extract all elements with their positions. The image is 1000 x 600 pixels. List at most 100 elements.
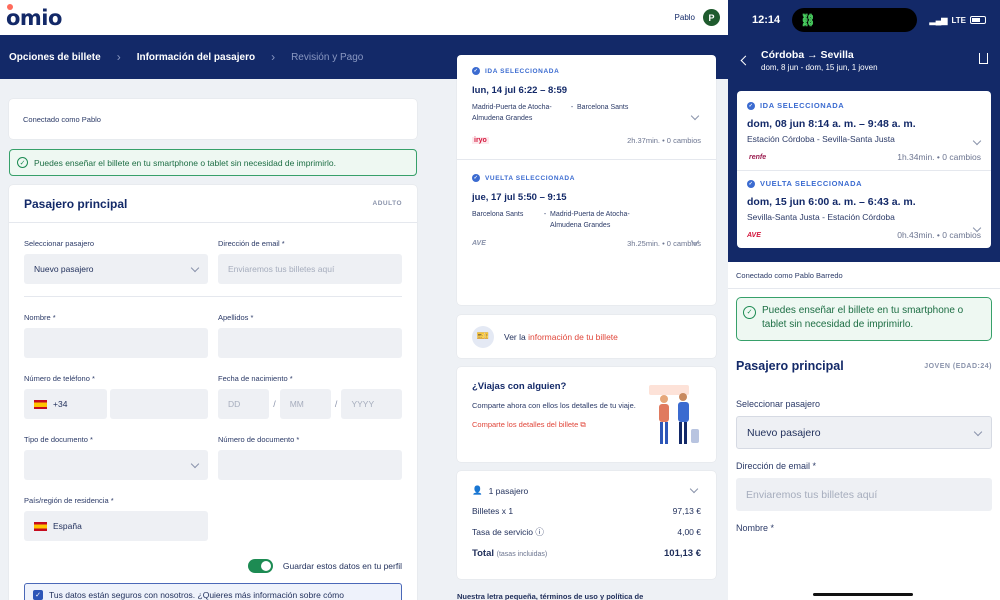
- country-label: País/región de residencia *: [24, 496, 114, 505]
- select-passenger-dropdown[interactable]: Nuevo pasajero: [24, 254, 208, 284]
- passenger-form: Pasajero principal ADULTO Seleccionar pa…: [9, 185, 417, 600]
- mobile-name-label: Nombre *: [736, 523, 775, 533]
- save-profile-toggle[interactable]: [247, 559, 273, 573]
- surname-field[interactable]: [218, 328, 402, 358]
- check-circle-icon: ✓: [743, 306, 756, 319]
- top-bar: omio Pablo P: [0, 0, 728, 35]
- chevron-down-icon[interactable]: [689, 484, 699, 493]
- ticket-info-card[interactable]: 🎫 Ver la información de tu billete: [457, 315, 716, 358]
- mobile-form-title: Pasajero principal: [736, 359, 844, 373]
- fine-print-text: Nuestra letra pequeña, términos de uso y…: [457, 592, 644, 600]
- privacy-notice: ✓ Tus datos están seguros con nosotros. …: [24, 583, 402, 600]
- doc-type-dropdown[interactable]: [24, 450, 208, 480]
- doc-number-label: Número de documento *: [218, 435, 300, 444]
- dob-month-field[interactable]: MM: [279, 389, 331, 419]
- mobile-email-label: Dirección de email *: [736, 461, 817, 471]
- form-title: Pasajero principal: [24, 196, 128, 211]
- mobile-ticket-notice: ✓ Puedes enseñar el billete en tu smartp…: [9, 149, 417, 176]
- user-menu[interactable]: Pablo P: [675, 9, 720, 26]
- ticket-icon: 🎫: [472, 325, 494, 348]
- trip-card-container: ✓ IDA SELECCIONADA dom, 08 jun 8:14 a. m.…: [728, 81, 1000, 262]
- ticket-info-link[interactable]: información de tu billete: [528, 332, 618, 342]
- omio-logo[interactable]: omio: [6, 3, 62, 30]
- doc-type-label: Tipo de documento *: [24, 435, 93, 444]
- check-circle-icon: ✓: [747, 101, 755, 110]
- mobile-outbound-datetime: dom, 08 jun 8:14 a. m. – 9:48 a. m.: [747, 118, 916, 130]
- logged-in-card: Conectado como Pablo: [9, 99, 417, 139]
- check-circle-icon: ✓: [747, 179, 755, 188]
- passengers-row[interactable]: 👤 1 pasajero: [472, 484, 701, 496]
- name-field[interactable]: [24, 328, 208, 358]
- check-circle-icon: ✓: [472, 174, 480, 182]
- price-row: Billetes x 1 97,13 €: [472, 506, 701, 516]
- info-checkbox-icon: ✓: [33, 590, 43, 600]
- outbound-datetime: lun, 14 jul 6:22 – 8:59: [472, 85, 568, 96]
- spain-flag-icon: [34, 399, 47, 409]
- phone-prefix-select[interactable]: +34: [24, 389, 107, 419]
- return-stations: Barcelona Sants - Madrid-Puerta de Atocha-…: [472, 211, 630, 229]
- mobile-select-passenger-dropdown[interactable]: Nuevo pasajero: [736, 416, 992, 449]
- chevron-right-icon: ›: [271, 50, 276, 64]
- spain-flag-icon: [34, 521, 47, 531]
- mobile-logged-in: Conectado como Pablo Barredo: [728, 262, 1000, 289]
- step-passenger-info: Información del pasajero: [136, 51, 256, 63]
- outbound-duration: 2h.37min. • 0 cambios: [627, 136, 701, 145]
- outbound-stations: Madrid-Puerta de Atocha-Almudena Grandes…: [472, 104, 629, 122]
- info-icon[interactable]: ⓘ: [535, 527, 544, 537]
- battery-icon: [969, 16, 986, 24]
- chevron-right-icon: ›: [116, 50, 121, 64]
- name-label: Nombre *: [24, 313, 56, 322]
- country-dropdown[interactable]: España: [24, 511, 208, 541]
- price-summary-card: 👤 1 pasajero Billetes x 1 97,13 € Tasa de …: [457, 471, 716, 579]
- email-label: Dirección de email *: [218, 239, 285, 248]
- check-circle-icon: ✓: [472, 67, 480, 75]
- iryo-logo: iryo: [472, 137, 489, 144]
- link-icon: ⛓: [800, 13, 816, 27]
- travelers-illustration-icon: [649, 385, 699, 444]
- doc-number-field[interactable]: [218, 450, 402, 480]
- back-arrow-icon[interactable]: [740, 55, 751, 66]
- step-ticket-options[interactable]: Opciones de billete: [9, 52, 101, 63]
- ave-logo: AVE: [472, 240, 486, 247]
- dob-day-field[interactable]: DD: [218, 389, 270, 419]
- renfe-logo: renfe: [749, 153, 767, 161]
- phone-number-field[interactable]: [110, 389, 208, 419]
- step-review-payment: Revisión y Pago: [291, 51, 364, 63]
- chevron-down-icon: [973, 427, 983, 437]
- passenger-column: Conectado como Pablo ✓ Puedes enseñar el…: [9, 99, 417, 600]
- dynamic-island: ⛓: [792, 8, 918, 32]
- dob-label: Fecha de nacimiento *: [218, 374, 293, 383]
- return-label: ✓ VUELTA SELECCIONADA: [472, 174, 576, 182]
- mobile-select-label: Seleccionar pasajero: [736, 399, 821, 409]
- dob-year-field[interactable]: YYYY: [341, 389, 402, 419]
- mobile-ticket-notice: ✓ Puedes enseñar el billete en tu smartp…: [736, 297, 992, 341]
- ave-logo: AVE: [747, 231, 761, 239]
- email-field[interactable]: Enviaremos tus billetes aquí: [218, 254, 402, 284]
- mobile-outbound-label: ✓ IDA SELECCIONADA: [747, 101, 845, 110]
- mobile-outbound-duration: 1h.34min. • 0 cambios: [897, 152, 981, 162]
- privacy-text: Tus datos están seguros con nosotros. ¿Q…: [49, 590, 344, 600]
- mobile-email-field[interactable]: Enviaremos tus billetes aquí: [736, 478, 992, 511]
- signal-icon: ▂▄▆: [929, 15, 948, 25]
- avatar[interactable]: P: [703, 9, 720, 26]
- mobile-app-screen: 12:14 ⛓ ▂▄▆ LTE Córdoba → Sevilla dom, 8 …: [728, 0, 1000, 600]
- share-trip-card: ¿Viajas con alguien? Comparte ahora con …: [457, 367, 716, 462]
- phone-label: Número de teléfono *: [24, 374, 95, 383]
- clock: 12:14: [752, 14, 781, 26]
- select-passenger-label: Seleccionar pasajero: [24, 239, 95, 248]
- user-icon: 👤: [472, 485, 483, 495]
- home-indicator[interactable]: [813, 593, 913, 596]
- chevron-down-icon: [190, 263, 200, 273]
- trip-summary-card: ✓ IDA SELECCIONADA lun, 14 jul 6:22 – 8:5…: [457, 55, 716, 305]
- total-row: Total (tasas incluidas) 101,13 €: [472, 548, 701, 559]
- mobile-passenger-badge: JOVEN (EDAD:24): [924, 362, 992, 370]
- trip-header: Córdoba → Sevilla dom, 8 jun - dom, 15 j…: [728, 40, 1000, 81]
- passenger-type-badge: ADULTO: [372, 200, 402, 207]
- copy-icon: ⧉: [580, 420, 586, 429]
- form-header: Pasajero principal ADULTO: [9, 185, 417, 223]
- signal-indicators: ▂▄▆ LTE: [929, 16, 986, 25]
- save-profile-label: Guardar estos datos en tu perfil: [282, 561, 402, 571]
- share-icon[interactable]: [979, 53, 988, 64]
- mobile-outbound-stations: Estación Córdoba - Sevilla-Santa Justa: [747, 134, 895, 144]
- logged-in-text: Conectado como Pablo: [23, 114, 101, 124]
